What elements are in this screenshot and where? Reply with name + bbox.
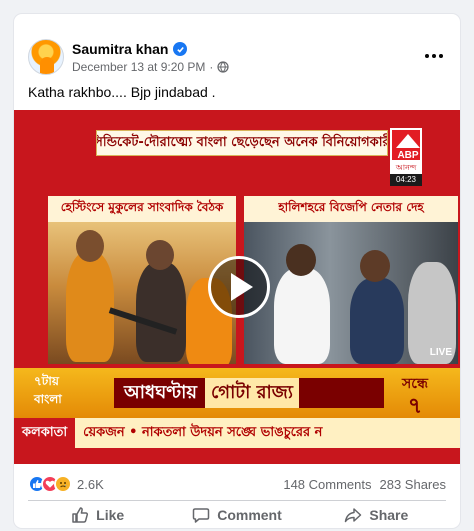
banner-logo-line1: ৭টায় [34, 374, 59, 388]
banner-main: আধঘণ্টায় গোটা রাজ্য [114, 378, 384, 408]
share-icon [345, 508, 362, 523]
channel-logo-sub: আনন্দ [390, 162, 422, 174]
like-label: Like [96, 507, 125, 523]
crowd-head-1 [286, 244, 316, 276]
share-label: Share [369, 507, 409, 523]
seated-head [146, 240, 174, 270]
like-button[interactable]: Like [28, 502, 167, 528]
speaker-figure [66, 252, 114, 362]
crowd-head-2 [360, 250, 390, 282]
seated-figure [136, 262, 186, 362]
reaction-count[interactable]: 2.6K [77, 477, 104, 492]
channel-logo: ABP আনন্দ 04:23 [390, 128, 422, 186]
comments-count[interactable]: 148 Comments [283, 477, 371, 492]
play-button[interactable] [208, 256, 270, 318]
thumbs-up-icon [72, 507, 89, 523]
comment-icon [192, 508, 210, 523]
sad-reaction-icon [54, 475, 72, 493]
channel-logo-box: ABP [390, 128, 422, 162]
crowd-figure-1 [274, 268, 330, 364]
globe-icon[interactable] [217, 61, 230, 73]
post-card: Saumitra khan December 13 at 9:20 PM · K… [14, 14, 460, 528]
crowd-figure-2 [350, 278, 404, 364]
channel-logo-text: ABP [397, 150, 419, 161]
ticker-text: য়েকজন • নাকতলা উদয়ন সঙ্ঘে ভাঙচুরের ন [83, 424, 323, 440]
video-right-panel: LIVE হালিশহরে বিজেপি নেতার দেহ [244, 196, 458, 364]
video-footer-strip [14, 448, 460, 464]
feed-page: Saumitra khan December 13 at 9:20 PM · K… [0, 0, 474, 531]
reactions-summary[interactable]: 2.6K [28, 475, 104, 493]
ticker-city: কলকাতা [14, 418, 76, 448]
banner-logo: ৭টায় বাংলা [34, 372, 108, 414]
video-bottom-ticker: কলকাতা য়েকজন • নাকতলা উদয়ন সঙ্ঘে ভাঙচু… [14, 418, 460, 448]
meta-separator: · [209, 60, 214, 74]
post-header: Saumitra khan December 13 at 9:20 PM · [28, 28, 446, 75]
verified-badge-icon [173, 42, 188, 56]
right-panel-title: হালিশহরে বিজেপি নেতার দেহ [244, 196, 458, 222]
street-scene: LIVE [244, 222, 458, 364]
author-name[interactable]: Saumitra khan [72, 41, 168, 57]
live-tag: LIVE [429, 347, 452, 358]
share-button[interactable]: Share [307, 502, 446, 528]
post-timestamp[interactable]: December 13 at 9:20 PM [72, 60, 205, 74]
avatar[interactable] [28, 39, 64, 75]
post-actions: Like Comment Share [28, 502, 446, 528]
comment-button[interactable]: Comment [167, 502, 306, 528]
video-clock: 04:23 [390, 174, 422, 186]
video-top-ticker: 'সিন্ডিকেট-দৌরাত্ম্যে বাংলা ছেড়েছেন অনে… [96, 130, 388, 156]
left-panel-title: হেস্টিংসে মুকুলের সাংবাদিক বৈঠক [48, 196, 236, 222]
play-icon [231, 273, 253, 301]
video-player[interactable]: 'সিন্ডিকেট-দৌরাত্ম্যে বাংলা ছেড়েছেন অনে… [14, 110, 460, 464]
speaker-head [76, 230, 104, 262]
author-row: Saumitra khan [72, 40, 188, 58]
post-meta: December 13 at 9:20 PM · [72, 60, 230, 74]
banner-time-value: ৭ [407, 394, 423, 419]
actions-divider [28, 500, 446, 501]
post-stats: 2.6K 148 Comments 283 Shares [28, 474, 446, 494]
comment-label: Comment [217, 507, 282, 523]
post-text: Katha rakhbo.... Bjp jindabad . [28, 84, 216, 100]
banner-time: সন্ধে ৭ [386, 372, 444, 418]
avatar-figure [40, 57, 54, 74]
banner-logo-line2: বাংলা [34, 392, 62, 406]
more-options-icon[interactable] [424, 50, 444, 62]
video-banner: ৭টায় বাংলা আধঘণ্টায় গোটা রাজ্য সন্ধে ৭ [14, 368, 460, 418]
banner-text: আধঘণ্টায় [124, 381, 197, 403]
banner-time-label: সন্ধে [402, 376, 428, 392]
channel-logo-triangle [396, 134, 420, 148]
banner-highlight: গোটা রাজ্য [204, 378, 300, 408]
engagement-counts: 148 Comments 283 Shares [283, 477, 446, 492]
shares-count[interactable]: 283 Shares [380, 477, 447, 492]
